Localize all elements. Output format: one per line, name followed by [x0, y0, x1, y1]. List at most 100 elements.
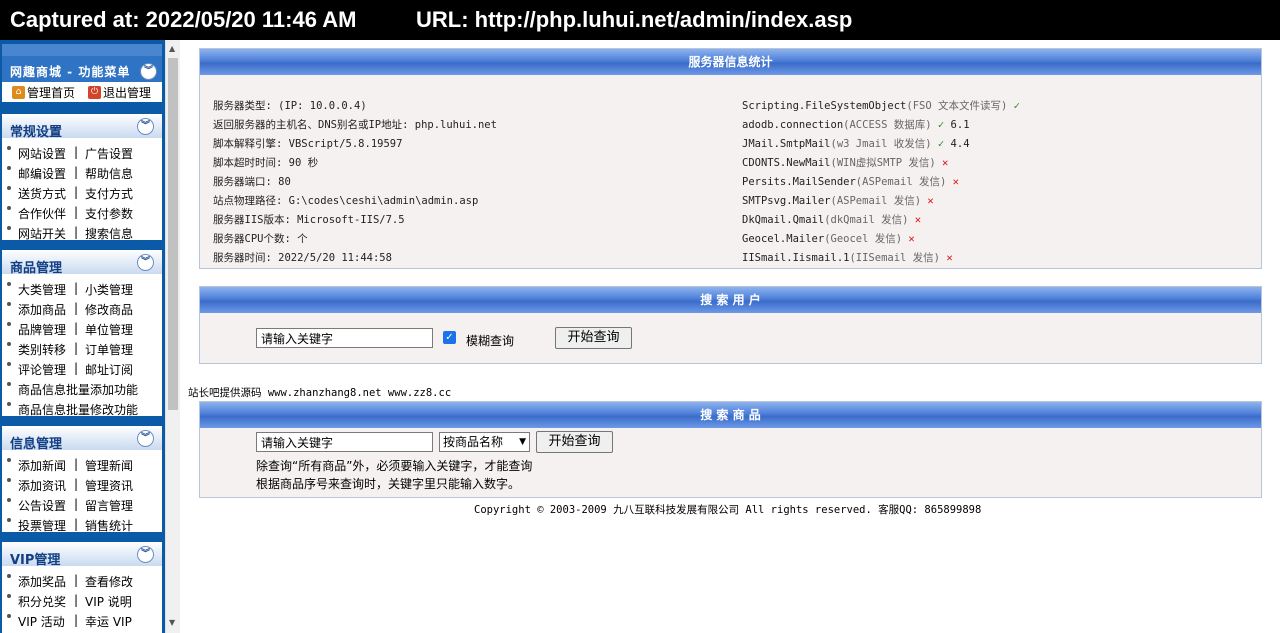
sidebar-menu-link[interactable]: 销售统计	[85, 517, 133, 534]
panel-header[interactable]: 常规设置 ︾	[2, 114, 162, 140]
bullet-icon	[7, 402, 11, 406]
sidebar-scrollbar[interactable]: ▲ ▼	[165, 40, 180, 633]
sidebar-menu-link[interactable]: 小类管理	[85, 281, 133, 298]
sidebar-menu-row: 添加奖品 | 查看修改	[2, 570, 162, 590]
fuzzy-label: 模糊查询	[466, 334, 515, 348]
sidebar-menu-link[interactable]: 管理新闻	[85, 457, 133, 474]
component-desc: (ACCESS 数据库)	[843, 119, 932, 131]
panel-list: 大类管理 | 小类管理 添加商品 | 修改商品 品牌管理 | 单位管理 类别转移 | 订单管理 评论管理…	[2, 278, 162, 418]
sidebar-menu-link[interactable]: 投票管理	[18, 517, 66, 534]
sidebar-menu-link[interactable]: 类别转移	[18, 341, 66, 358]
sidebar-menu-row: 商品信息批量修改功能	[2, 398, 162, 418]
sidebar-menu-link[interactable]: 大类管理	[18, 281, 66, 298]
component-name: CDONTS.NewMail	[742, 157, 831, 169]
scroll-up-icon[interactable]: ▲	[169, 44, 175, 53]
copyright: Copyright © 2003-2009 九八互联科技发展有限公司 All r…	[474, 504, 982, 516]
source-note: 站长吧提供源码 www.zhanzhang8.net www.zz8.cc	[188, 387, 452, 399]
sidebar-menu-link[interactable]: 网站设置	[18, 145, 66, 162]
server-info-row: 服务器IIS版本: Microsoft-IIS/7.5	[213, 214, 405, 226]
sidebar-menu-row: 邮编设置 | 帮助信息	[2, 162, 162, 182]
sidebar-menu-link[interactable]: 添加奖品	[18, 573, 66, 590]
collapse-icon[interactable]: ︾	[140, 63, 157, 80]
search-goods-note-1: 除查询“所有商品”外，必须要输入关键字，才能查询	[256, 459, 533, 473]
sidebar-menu-link[interactable]: 单位管理	[85, 321, 133, 338]
collapse-icon[interactable]: ︾	[137, 254, 154, 271]
sidebar-menu-link[interactable]: 邮编设置	[18, 165, 66, 182]
search-goods-button[interactable]: 开始查询	[536, 431, 613, 453]
fuzzy-checkbox[interactable]: ✓	[443, 331, 456, 344]
sidebar-menu-link[interactable]: 幸运 VIP	[85, 613, 132, 630]
sidebar-menu-link[interactable]: 商品信息批量添加功能	[18, 381, 138, 398]
component-name: Persits.MailSender	[742, 176, 856, 188]
bullet-icon	[7, 302, 11, 306]
sidebar-menu-link[interactable]: 留言管理	[85, 497, 133, 514]
sidebar-menu-link[interactable]: 搜索信息	[85, 225, 133, 242]
bullet-icon	[7, 478, 11, 482]
logout-link[interactable]: ⏻ 退出管理	[88, 84, 151, 101]
sidebar: 网趣商城 - 功能菜单 ︾ ⌂ 管理首页 ⏻ 退出管理 常规设置 ︾ 网站设置 |…	[0, 40, 165, 633]
scroll-down-icon[interactable]: ▼	[169, 618, 175, 627]
sidebar-menu-link[interactable]: 添加资讯	[18, 477, 66, 494]
bullet-icon	[7, 146, 11, 150]
sidebar-menu-link[interactable]: 邮址订阅	[85, 361, 133, 378]
panel-header[interactable]: 信息管理 ︾	[2, 426, 162, 452]
sidebar-menu-row: 品牌管理 | 单位管理	[2, 318, 162, 338]
server-info-row: 返回服务器的主机名、DNS别名或IP地址: php.luhui.net	[213, 119, 497, 131]
collapse-icon[interactable]: ︾	[137, 430, 154, 447]
menu-separator: |	[74, 281, 79, 295]
sidebar-menu-link[interactable]: 订单管理	[85, 341, 133, 358]
sidebar-menu-link[interactable]: 添加新闻	[18, 457, 66, 474]
component-name: adodb.connection	[742, 119, 844, 131]
brand-stripe	[2, 44, 162, 56]
collapse-icon[interactable]: ︾	[137, 546, 154, 563]
sidebar-menu-link[interactable]: VIP 活动	[18, 613, 65, 630]
menu-separator: |	[74, 517, 79, 531]
sidebar-menu-link[interactable]: VIP 说明	[85, 593, 132, 610]
sidebar-menu-link[interactable]: 支付参数	[85, 205, 133, 222]
sidebar-menu-link[interactable]: 合作伙伴	[18, 205, 66, 222]
menu-separator: |	[74, 361, 79, 375]
sidebar-menu-link[interactable]: 积分兑奖	[18, 593, 66, 610]
search-goods-panel: 搜 索 商 品 请输入关键字 按商品名称 ▼ 开始查询 除查询“所有商品”外，必…	[199, 401, 1262, 498]
server-info-row: 脚本解释引擎: VBScript/5.8.19597	[213, 138, 403, 150]
collapse-icon[interactable]: ︾	[137, 118, 154, 135]
panel-header[interactable]: 商品管理 ︾	[2, 250, 162, 276]
cross-icon: ✕	[935, 157, 949, 169]
sidebar-menu-link[interactable]: 帮助信息	[85, 165, 133, 182]
sidebar-menu-row: 评论管理 | 邮址订阅	[2, 358, 162, 378]
sidebar-menu-link[interactable]: 管理资讯	[85, 477, 133, 494]
panel-goods-management: 商品管理 ︾ 大类管理 | 小类管理 添加商品 | 修改商品 品牌管理 | 单位管理 类别转移 | 订…	[2, 250, 162, 418]
panel-header[interactable]: VIP管理 ︾	[2, 542, 162, 568]
sidebar-menu-link[interactable]: 修改商品	[85, 301, 133, 318]
bullet-icon	[7, 614, 11, 618]
cross-icon: ✕	[902, 233, 915, 245]
sidebar-menu-link[interactable]: 支付方式	[85, 185, 133, 202]
chevron-down-icon: ▼	[519, 437, 526, 447]
sidebar-menu-row: 商品信息批量添加功能	[2, 378, 162, 398]
sidebar-menu-link[interactable]: 评论管理	[18, 361, 66, 378]
bullet-icon	[7, 226, 11, 230]
captured-url: URL: http://php.luhui.net/admin/index.as…	[416, 7, 853, 32]
sidebar-menu-link[interactable]: 网站开关	[18, 225, 66, 242]
component-desc: (w3 Jmail 收发信)	[830, 138, 932, 150]
sidebar-menu-link[interactable]: 商品信息批量修改功能	[18, 401, 138, 418]
bullet-icon	[7, 322, 11, 326]
logout-icon: ⏻	[88, 86, 101, 99]
sidebar-menu-link[interactable]: 送货方式	[18, 185, 66, 202]
scroll-thumb[interactable]	[168, 58, 178, 410]
sidebar-menu-row: 添加新闻 | 管理新闻	[2, 454, 162, 474]
sidebar-menu-link[interactable]: 添加商品	[18, 301, 66, 318]
home-link[interactable]: ⌂ 管理首页	[12, 84, 75, 101]
search-user-button[interactable]: 开始查询	[555, 327, 632, 349]
bullet-icon	[7, 574, 11, 578]
goods-search-type-select[interactable]: 按商品名称 ▼	[439, 432, 530, 452]
sidebar-menu-link[interactable]: 公告设置	[18, 497, 66, 514]
sidebar-menu-link[interactable]: 广告设置	[85, 145, 133, 162]
goods-keyword-input[interactable]: 请输入关键字	[256, 432, 433, 452]
menu-separator: |	[74, 573, 79, 587]
user-keyword-input[interactable]: 请输入关键字	[256, 328, 433, 348]
sidebar-menu-link[interactable]: 品牌管理	[18, 321, 66, 338]
bullet-icon	[7, 382, 11, 386]
sidebar-menu-link[interactable]: 查看修改	[85, 573, 133, 590]
cross-icon: ✕	[940, 252, 953, 264]
